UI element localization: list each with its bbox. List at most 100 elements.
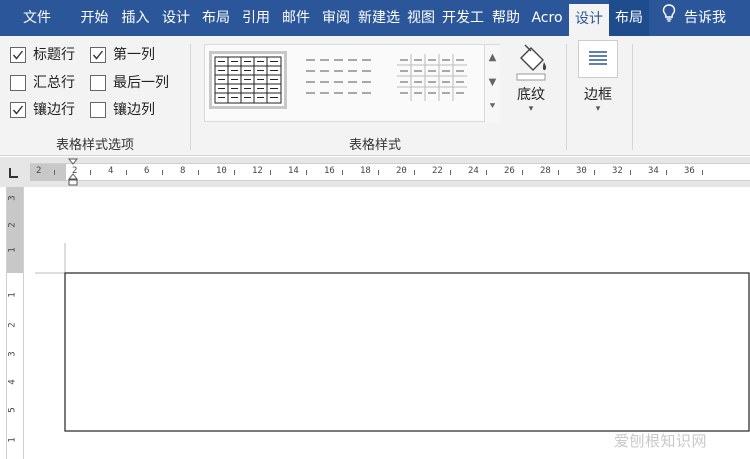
ruler-tick	[342, 170, 343, 175]
ruler-tick	[558, 170, 559, 175]
border-lines-icon	[578, 40, 618, 78]
tab-mailings[interactable]: 邮件	[276, 0, 316, 36]
ruler-number: 2	[7, 222, 18, 228]
checkbox-checked[interactable]	[90, 47, 106, 63]
borders-button[interactable]: 边框 ▾	[574, 40, 622, 126]
checkbox-checked[interactable]	[10, 47, 26, 63]
tab-insert[interactable]: 插入	[115, 0, 156, 36]
ruler-tick	[90, 170, 91, 175]
ruler-number: 5	[7, 407, 18, 413]
table-styles-group-label: 表格样式	[348, 138, 401, 153]
checkbox-checked[interactable]	[10, 102, 26, 118]
group-divider	[632, 44, 633, 150]
ruler-number: 14	[288, 166, 299, 176]
ruler-tick	[234, 170, 235, 175]
ruler-tick	[162, 170, 163, 175]
tab-table-design[interactable]: 设计	[569, 4, 609, 36]
lightbulb-icon	[662, 0, 676, 36]
watermark-text: 爱刨根知识网	[614, 432, 708, 450]
document-page[interactable]	[30, 187, 750, 459]
gallery-scroll-up-button[interactable]: ▲	[484, 45, 500, 70]
tab-home[interactable]: 开始	[74, 0, 115, 36]
tab-design[interactable]: 设计	[156, 0, 196, 36]
ruler-tick	[450, 170, 451, 175]
ruler-tick	[486, 170, 487, 175]
header-row-label: 标题行	[33, 47, 75, 63]
table-styles-gallery: ▲ ▼ ⯆	[204, 44, 500, 122]
tell-me-search[interactable]: 告诉我	[652, 0, 750, 36]
table-style-light-grid[interactable]	[397, 51, 475, 109]
table-outline	[64, 272, 750, 432]
ribbon-tab-bar: 文件 开始 插入 设计 布局 引用 邮件 审阅 新建选 视图 开发工 帮助 Ac…	[0, 0, 750, 36]
group-divider	[190, 44, 191, 150]
ruler-number: 10	[216, 166, 227, 176]
ruler-number: 2	[7, 322, 18, 328]
ruler-number: 26	[504, 166, 515, 176]
tab-new-group[interactable]: 新建选	[356, 0, 402, 36]
first-column-label: 第一列	[113, 47, 155, 63]
ruler-number: 3	[7, 195, 18, 201]
chevron-up-icon: ▲	[488, 52, 497, 63]
tab-help[interactable]: 帮助	[486, 0, 526, 36]
ruler-number: 24	[468, 166, 479, 176]
tab-stop-selector[interactable]	[7, 166, 21, 180]
ruler-tick	[270, 170, 271, 175]
checkbox-unchecked[interactable]	[90, 102, 106, 118]
ruler-number: 20	[396, 166, 407, 176]
total-row-label: 汇总行	[33, 75, 75, 91]
checkbox-unchecked[interactable]	[10, 75, 26, 91]
borders-label: 边框	[584, 87, 612, 103]
chevron-down-icon: ▼	[488, 77, 497, 88]
more-icon: ⯆	[488, 101, 497, 112]
tab-table-layout[interactable]: 布局	[609, 0, 649, 36]
checkbox-unchecked[interactable]	[90, 75, 106, 91]
ruler-number: 1	[7, 247, 18, 253]
ruler-number: 1	[7, 437, 18, 443]
ruler-number: 4	[108, 166, 114, 176]
tab-references[interactable]: 引用	[236, 0, 276, 36]
dropdown-arrow-icon: ▾	[528, 104, 534, 114]
tab-review[interactable]: 审阅	[316, 0, 356, 36]
horizontal-ruler[interactable]: 2 2 4 6 8 10 12 14 16 18 20 22 24 26 28 30 32 34 36	[30, 158, 750, 186]
table-style-grid-selected[interactable]	[209, 51, 287, 109]
gallery-more-button[interactable]: ⯆	[484, 95, 500, 122]
gallery-scroll-down-button[interactable]: ▼	[484, 70, 500, 95]
ruler-number: 32	[612, 166, 623, 176]
document-canvas	[35, 243, 750, 432]
paint-bucket-icon	[503, 42, 559, 84]
ruler-number: 36	[684, 166, 695, 176]
ruler-number: 22	[432, 166, 443, 176]
tell-me-label: 告诉我	[684, 10, 726, 26]
shading-button[interactable]: 底纹 ▾	[503, 42, 559, 128]
ruler-number: 6	[144, 166, 150, 176]
ruler-number: 34	[648, 166, 659, 176]
ruler-number: 30	[576, 166, 587, 176]
ruler-tick	[198, 170, 199, 175]
ruler-tick	[666, 170, 667, 175]
ruler-tick	[306, 170, 307, 175]
ruler-number: 1	[7, 292, 18, 298]
ruler-number: 3	[7, 351, 18, 357]
word-window: 文件 开始 插入 设计 布局 引用 邮件 审阅 新建选 视图 开发工 帮助 Ac…	[0, 0, 750, 459]
dropdown-arrow-icon: ▾	[595, 104, 601, 114]
ruler-number: 16	[324, 166, 335, 176]
banded-columns-label: 镶边列	[113, 102, 155, 118]
ruler-tick	[702, 170, 703, 175]
table-style-plain[interactable]	[303, 51, 381, 109]
banded-rows-label: 镶边行	[33, 102, 75, 118]
tab-view[interactable]: 视图	[402, 0, 440, 36]
ruler-number: 12	[252, 166, 263, 176]
ruler-number: 4	[7, 379, 18, 385]
indent-marker-icon[interactable]	[67, 158, 79, 186]
ruler-tick	[522, 170, 523, 175]
table-style-options-group-label: 表格样式选项	[55, 138, 134, 153]
ruler-tick	[594, 170, 595, 175]
tab-layout[interactable]: 布局	[196, 0, 236, 36]
shading-label: 底纹	[517, 87, 545, 103]
tab-acrobat[interactable]: Acro	[526, 0, 568, 36]
vertical-ruler[interactable]: 3 2 1 1 2 3 4 5 1	[6, 187, 24, 459]
group-divider	[566, 44, 567, 150]
tab-file[interactable]: 文件	[0, 0, 74, 36]
ribbon-panel: 标题行 第一列 汇总行 最后一列 镶边行 镶边列 表格样式选项 ▲ ▼ ⯆ 底纹…	[0, 36, 750, 156]
tab-developer[interactable]: 开发工	[440, 0, 486, 36]
